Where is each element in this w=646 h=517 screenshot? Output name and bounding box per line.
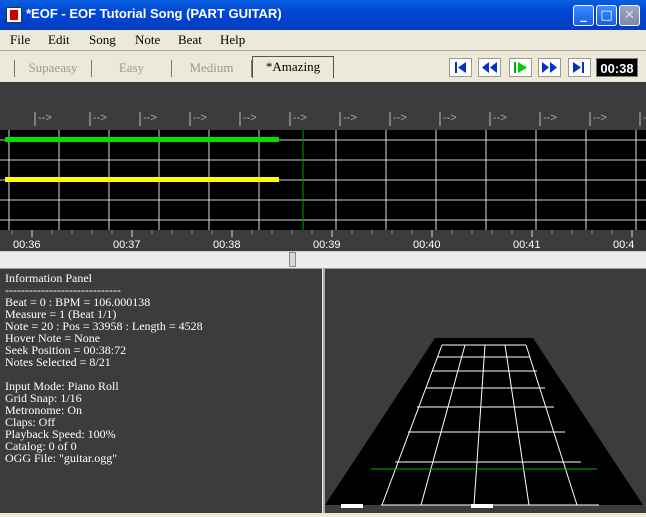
- timeline-label: 00:36: [13, 239, 41, 251]
- timeline-label: 00:38: [213, 239, 241, 251]
- menu-note[interactable]: Note: [135, 32, 160, 48]
- beat-marker: -->: [343, 112, 357, 124]
- timeline-label: 00:39: [313, 239, 341, 251]
- beat-marker: -->: [293, 112, 307, 124]
- skip-to-end-icon: [573, 62, 584, 73]
- timeline-scrollbar[interactable]: [0, 251, 646, 268]
- play-button[interactable]: [509, 58, 532, 77]
- timeline-label: 00:4: [613, 239, 634, 251]
- minimize-button[interactable]: _: [573, 5, 594, 26]
- preview-highway: [325, 338, 643, 508]
- fretboard-preview: [323, 268, 646, 513]
- window-title: *EOF - EOF Tutorial Song (PART GUITAR): [26, 6, 282, 21]
- timeline-label: 00:40: [413, 239, 441, 251]
- tab-medium[interactable]: Medium: [172, 60, 252, 77]
- timeline-label: 00:37: [113, 239, 141, 251]
- menu-song[interactable]: Song: [89, 32, 116, 48]
- skip-to-end-button[interactable]: [568, 58, 591, 77]
- menu-bar: File Edit Song Note Beat Help: [0, 30, 646, 51]
- rewind-button[interactable]: [478, 58, 501, 77]
- info-line: OGG File: "guitar.ogg": [5, 451, 118, 465]
- beat-marker: -->: [93, 112, 107, 124]
- beat-marker: -->: [543, 112, 557, 124]
- beat-marker: -->: [493, 112, 507, 124]
- editor-canvas[interactable]: -->-->-->-->-->-->-->-->-->-->-->-->--> …: [0, 82, 646, 267]
- close-button[interactable]: ✕: [619, 5, 640, 26]
- time-display: 00:38: [596, 58, 638, 77]
- beat-marker: -->: [143, 112, 157, 124]
- title-bar: *EOF - EOF Tutorial Song (PART GUITAR) _…: [0, 0, 646, 30]
- tab-amazing[interactable]: *Amazing: [252, 56, 334, 78]
- play-icon: [514, 62, 527, 73]
- fast-forward-button[interactable]: [538, 58, 561, 77]
- beat-marker: -->: [193, 112, 207, 124]
- menu-edit[interactable]: Edit: [48, 32, 70, 48]
- beat-marker: -->: [443, 112, 457, 124]
- menu-beat[interactable]: Beat: [178, 32, 202, 48]
- skip-to-start-button[interactable]: [449, 58, 472, 77]
- tab-easy[interactable]: Easy: [92, 60, 172, 77]
- menu-file[interactable]: File: [10, 32, 30, 48]
- beat-marker: -->: [393, 112, 407, 124]
- info-line: Notes Selected = 8/21: [5, 355, 111, 369]
- beat-marker: -->: [38, 112, 52, 124]
- green-note-sustain[interactable]: [5, 137, 279, 142]
- information-panel: Information Panel -----------------------…: [0, 268, 322, 513]
- beat-marker: -->: [593, 112, 607, 124]
- timeline-label: 00:41: [513, 239, 541, 251]
- scrollbar-thumb[interactable]: [289, 252, 296, 267]
- menu-help[interactable]: Help: [220, 32, 245, 48]
- rewind-icon: [482, 62, 497, 73]
- yellow-note-sustain[interactable]: [5, 177, 279, 182]
- note-editor[interactable]: -->-->-->-->-->-->-->-->-->-->-->-->--> …: [0, 82, 646, 267]
- maximize-button[interactable]: □: [596, 5, 617, 26]
- tab-supaeasy[interactable]: Supaeasy: [14, 60, 92, 77]
- app-icon[interactable]: [6, 7, 22, 23]
- fast-forward-icon: [542, 62, 557, 73]
- beat-marker: -->: [243, 112, 257, 124]
- skip-to-start-icon: [455, 62, 466, 73]
